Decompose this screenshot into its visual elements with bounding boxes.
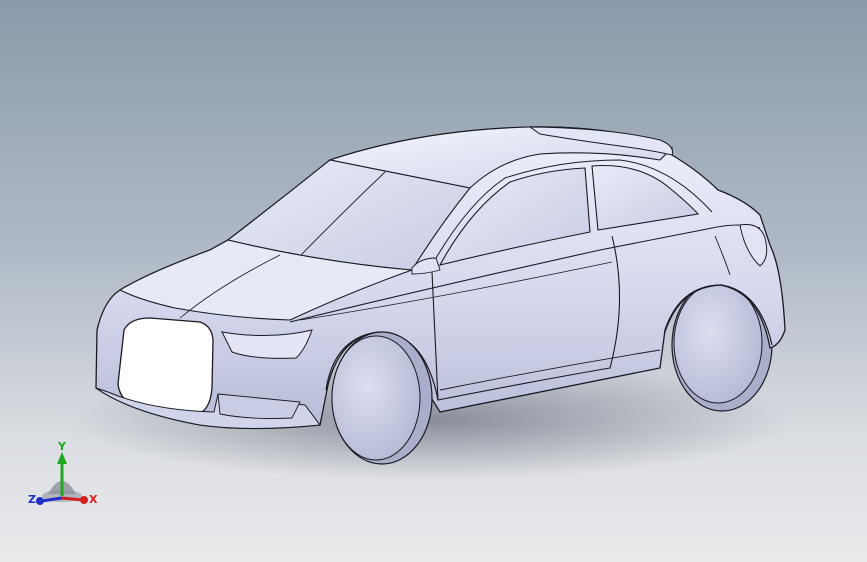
front-grille[interactable] (117, 317, 214, 415)
x-axis-line (61, 496, 83, 502)
y-axis-label: Y (57, 440, 67, 453)
car-model-view[interactable] (0, 0, 867, 562)
coordinate-triad[interactable]: Y X Z (22, 438, 112, 518)
z-axis-label: Z (28, 493, 36, 506)
graphics-viewport[interactable]: Y X Z (0, 0, 867, 562)
z-axis-arrow-icon (36, 497, 44, 505)
x-axis-label: X (89, 493, 98, 506)
x-axis-arrow-icon (80, 496, 88, 504)
y-axis-arrow-icon (57, 452, 67, 464)
front-wheel[interactable] (331, 331, 433, 465)
